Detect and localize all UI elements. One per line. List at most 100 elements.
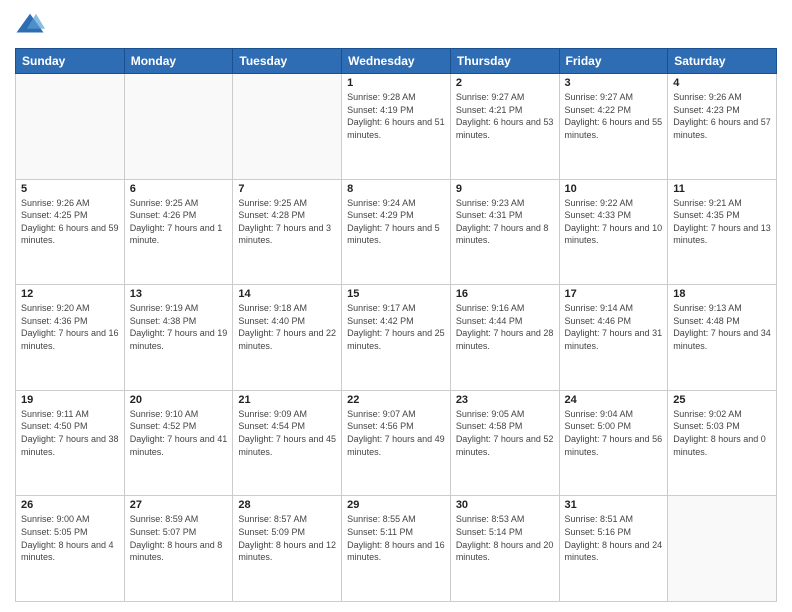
- day-number: 4: [673, 77, 771, 89]
- day-info: Sunrise: 9:27 AM Sunset: 4:21 PM Dayligh…: [456, 91, 554, 141]
- day-info: Sunrise: 9:18 AM Sunset: 4:40 PM Dayligh…: [238, 302, 336, 352]
- logo-icon: [15, 10, 45, 40]
- table-row: 4 Sunrise: 9:26 AM Sunset: 4:23 PM Daylig…: [668, 74, 777, 180]
- day-number: 12: [21, 288, 119, 300]
- table-row: 23 Sunrise: 9:05 AM Sunset: 4:58 PM Dayli…: [450, 390, 559, 496]
- day-number: 19: [21, 394, 119, 406]
- table-row: 3 Sunrise: 9:27 AM Sunset: 4:22 PM Daylig…: [559, 74, 668, 180]
- table-row: 27 Sunrise: 8:59 AM Sunset: 5:07 PM Dayli…: [124, 496, 233, 602]
- table-row: 12 Sunrise: 9:20 AM Sunset: 4:36 PM Dayli…: [16, 285, 125, 391]
- day-number: 21: [238, 394, 336, 406]
- day-info: Sunrise: 9:25 AM Sunset: 4:26 PM Dayligh…: [130, 197, 228, 247]
- day-number: 2: [456, 77, 554, 89]
- day-info: Sunrise: 9:09 AM Sunset: 4:54 PM Dayligh…: [238, 408, 336, 458]
- table-row: 8 Sunrise: 9:24 AM Sunset: 4:29 PM Daylig…: [342, 179, 451, 285]
- header-tuesday: Tuesday: [233, 49, 342, 74]
- day-number: 25: [673, 394, 771, 406]
- header-sunday: Sunday: [16, 49, 125, 74]
- day-number: 5: [21, 183, 119, 195]
- header-saturday: Saturday: [668, 49, 777, 74]
- day-info: Sunrise: 9:27 AM Sunset: 4:22 PM Dayligh…: [565, 91, 663, 141]
- day-number: 28: [238, 499, 336, 511]
- table-row: 17 Sunrise: 9:14 AM Sunset: 4:46 PM Dayli…: [559, 285, 668, 391]
- calendar-week-row: 26 Sunrise: 9:00 AM Sunset: 5:05 PM Dayli…: [16, 496, 777, 602]
- day-info: Sunrise: 9:19 AM Sunset: 4:38 PM Dayligh…: [130, 302, 228, 352]
- day-number: 29: [347, 499, 445, 511]
- day-info: Sunrise: 9:07 AM Sunset: 4:56 PM Dayligh…: [347, 408, 445, 458]
- logo: [15, 10, 49, 40]
- day-number: 9: [456, 183, 554, 195]
- day-number: 26: [21, 499, 119, 511]
- table-row: 7Sunrise: 9:25 AM Sunset: 4:28 PM Daylig…: [233, 179, 342, 285]
- table-row: [16, 74, 125, 180]
- table-row: 19 Sunrise: 9:11 AM Sunset: 4:50 PM Dayli…: [16, 390, 125, 496]
- day-info: Sunrise: 9:02 AM Sunset: 5:03 PM Dayligh…: [673, 408, 771, 458]
- day-info: Sunrise: 9:10 AM Sunset: 4:52 PM Dayligh…: [130, 408, 228, 458]
- table-row: 10Sunrise: 9:22 AM Sunset: 4:33 PM Dayli…: [559, 179, 668, 285]
- table-row: 18Sunrise: 9:13 AM Sunset: 4:48 PM Dayli…: [668, 285, 777, 391]
- table-row: 31Sunrise: 8:51 AM Sunset: 5:16 PM Dayli…: [559, 496, 668, 602]
- day-number: 11: [673, 183, 771, 195]
- table-row: 11Sunrise: 9:21 AM Sunset: 4:35 PM Dayli…: [668, 179, 777, 285]
- day-info: Sunrise: 9:26 AM Sunset: 4:25 PM Dayligh…: [21, 197, 119, 247]
- day-info: Sunrise: 8:55 AM Sunset: 5:11 PM Dayligh…: [347, 513, 445, 563]
- day-number: 30: [456, 499, 554, 511]
- day-number: 14: [238, 288, 336, 300]
- header-monday: Monday: [124, 49, 233, 74]
- table-row: [668, 496, 777, 602]
- table-row: 16 Sunrise: 9:16 AM Sunset: 4:44 PM Dayli…: [450, 285, 559, 391]
- table-row: [124, 74, 233, 180]
- day-info: Sunrise: 9:05 AM Sunset: 4:58 PM Dayligh…: [456, 408, 554, 458]
- day-info: Sunrise: 8:53 AM Sunset: 5:14 PM Dayligh…: [456, 513, 554, 563]
- table-row: 28 Sunrise: 8:57 AM Sunset: 5:09 PM Dayli…: [233, 496, 342, 602]
- day-info: Sunrise: 9:16 AM Sunset: 4:44 PM Dayligh…: [456, 302, 554, 352]
- day-number: 17: [565, 288, 663, 300]
- day-number: 6: [130, 183, 228, 195]
- day-info: Sunrise: 9:17 AM Sunset: 4:42 PM Dayligh…: [347, 302, 445, 352]
- day-number: 7: [238, 183, 336, 195]
- day-info: Sunrise: 9:04 AM Sunset: 5:00 PM Dayligh…: [565, 408, 663, 458]
- day-number: 23: [456, 394, 554, 406]
- table-row: 9Sunrise: 9:23 AM Sunset: 4:31 PM Daylig…: [450, 179, 559, 285]
- day-number: 18: [673, 288, 771, 300]
- header-wednesday: Wednesday: [342, 49, 451, 74]
- table-row: [233, 74, 342, 180]
- table-row: 2 Sunrise: 9:27 AM Sunset: 4:21 PM Daylig…: [450, 74, 559, 180]
- calendar-week-row: 19 Sunrise: 9:11 AM Sunset: 4:50 PM Dayli…: [16, 390, 777, 496]
- day-info: Sunrise: 9:26 AM Sunset: 4:23 PM Dayligh…: [673, 91, 771, 141]
- table-row: 20Sunrise: 9:10 AM Sunset: 4:52 PM Dayli…: [124, 390, 233, 496]
- header-thursday: Thursday: [450, 49, 559, 74]
- day-info: Sunrise: 9:00 AM Sunset: 5:05 PM Dayligh…: [21, 513, 119, 563]
- table-row: 14 Sunrise: 9:18 AM Sunset: 4:40 PM Dayli…: [233, 285, 342, 391]
- header-friday: Friday: [559, 49, 668, 74]
- calendar-table: Sunday Monday Tuesday Wednesday Thursday…: [15, 48, 777, 602]
- table-row: 29 Sunrise: 8:55 AM Sunset: 5:11 PM Dayli…: [342, 496, 451, 602]
- table-row: 22Sunrise: 9:07 AM Sunset: 4:56 PM Dayli…: [342, 390, 451, 496]
- day-info: Sunrise: 9:14 AM Sunset: 4:46 PM Dayligh…: [565, 302, 663, 352]
- table-row: 24Sunrise: 9:04 AM Sunset: 5:00 PM Dayli…: [559, 390, 668, 496]
- day-number: 16: [456, 288, 554, 300]
- table-row: 30 Sunrise: 8:53 AM Sunset: 5:14 PM Dayli…: [450, 496, 559, 602]
- header: [15, 10, 777, 40]
- day-info: Sunrise: 8:57 AM Sunset: 5:09 PM Dayligh…: [238, 513, 336, 563]
- table-row: 21 Sunrise: 9:09 AM Sunset: 4:54 PM Dayli…: [233, 390, 342, 496]
- day-number: 8: [347, 183, 445, 195]
- day-number: 1: [347, 77, 445, 89]
- day-info: Sunrise: 9:24 AM Sunset: 4:29 PM Dayligh…: [347, 197, 445, 247]
- day-number: 27: [130, 499, 228, 511]
- table-row: 6 Sunrise: 9:25 AM Sunset: 4:26 PM Daylig…: [124, 179, 233, 285]
- day-number: 3: [565, 77, 663, 89]
- calendar-header-row: Sunday Monday Tuesday Wednesday Thursday…: [16, 49, 777, 74]
- day-info: Sunrise: 8:59 AM Sunset: 5:07 PM Dayligh…: [130, 513, 228, 563]
- day-info: Sunrise: 9:28 AM Sunset: 4:19 PM Dayligh…: [347, 91, 445, 141]
- calendar-week-row: 5 Sunrise: 9:26 AM Sunset: 4:25 PM Daylig…: [16, 179, 777, 285]
- table-row: 25 Sunrise: 9:02 AM Sunset: 5:03 PM Dayli…: [668, 390, 777, 496]
- day-number: 10: [565, 183, 663, 195]
- day-info: Sunrise: 9:20 AM Sunset: 4:36 PM Dayligh…: [21, 302, 119, 352]
- day-info: Sunrise: 9:11 AM Sunset: 4:50 PM Dayligh…: [21, 408, 119, 458]
- table-row: 15 Sunrise: 9:17 AM Sunset: 4:42 PM Dayli…: [342, 285, 451, 391]
- day-number: 15: [347, 288, 445, 300]
- calendar-week-row: 12 Sunrise: 9:20 AM Sunset: 4:36 PM Dayli…: [16, 285, 777, 391]
- day-number: 31: [565, 499, 663, 511]
- table-row: 13Sunrise: 9:19 AM Sunset: 4:38 PM Dayli…: [124, 285, 233, 391]
